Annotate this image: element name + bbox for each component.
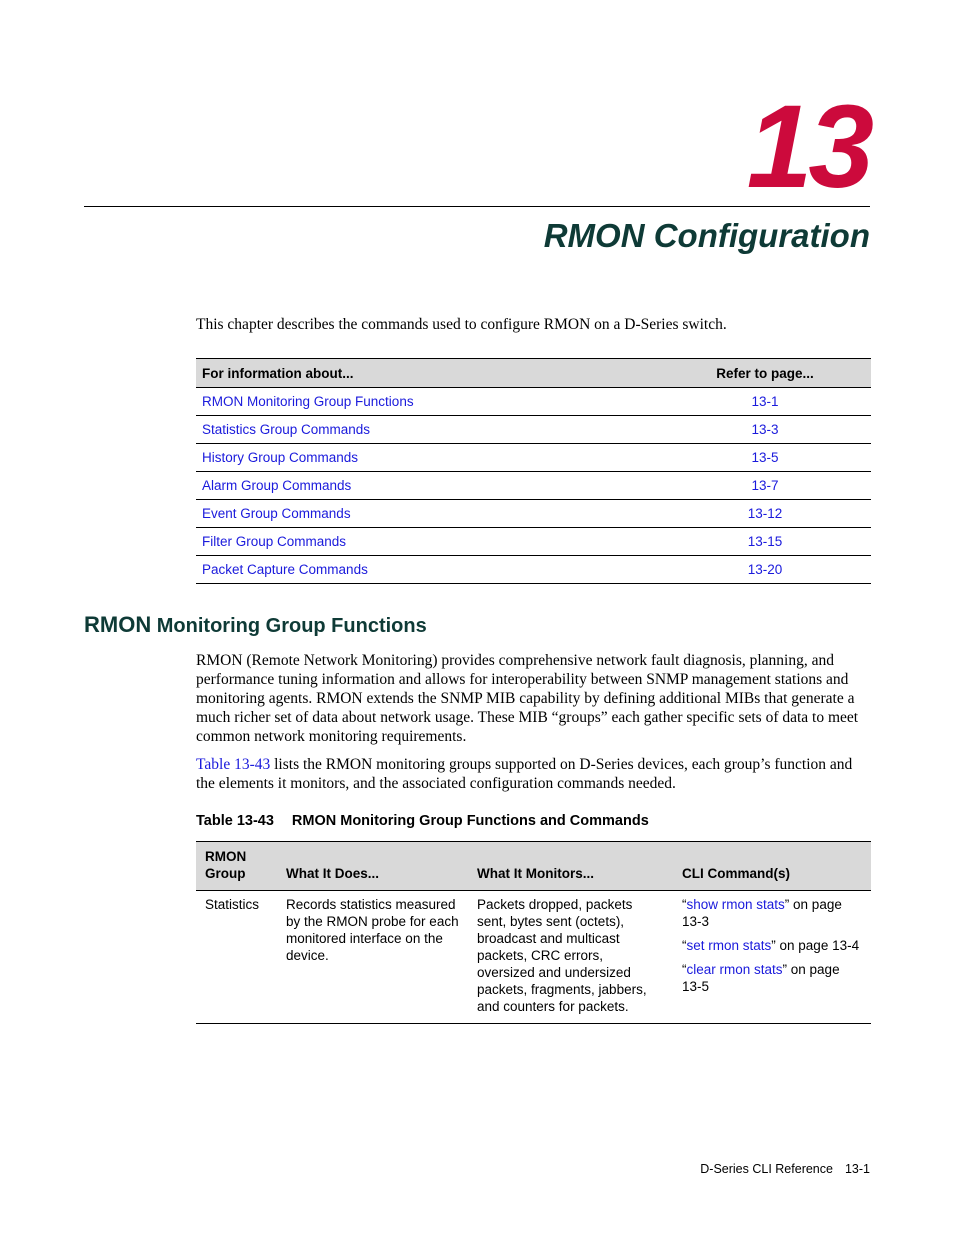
toc-header-page: Refer to page...: [659, 358, 871, 388]
header-rmon-group: RMON Group: [196, 841, 277, 891]
toc-row: Packet Capture Commands 13-20: [196, 555, 871, 584]
group-does: Records statistics measured by the RMON …: [277, 890, 468, 1024]
header-cli-commands: CLI Command(s): [673, 841, 871, 891]
footer-page-number: 13-1: [844, 1162, 870, 1176]
command-ref: “clear rmon stats” on page 13-5: [682, 962, 840, 994]
toc-row: History Group Commands 13-5: [196, 443, 871, 472]
toc-link[interactable]: History Group Commands: [202, 450, 358, 465]
toc-row: Statistics Group Commands 13-3: [196, 415, 871, 444]
toc-link[interactable]: RMON Monitoring Group Functions: [202, 394, 414, 409]
toc-page-link[interactable]: 13-3: [751, 422, 778, 437]
header-what-it-does: What It Does...: [277, 841, 468, 891]
page-footer: D-Series CLI Reference 13-1: [700, 1162, 870, 1176]
toc-page-link[interactable]: 13-20: [748, 562, 783, 577]
command-ref: “show rmon stats” on page 13-3: [682, 897, 842, 929]
table-reference-link[interactable]: Table 13-43: [196, 756, 270, 773]
group-commands: “show rmon stats” on page 13-3 “set rmon…: [673, 890, 871, 1024]
section-heading: RMON Monitoring Group Functions: [84, 612, 427, 637]
toc-page-link[interactable]: 13-15: [748, 534, 783, 549]
table-row: Statistics Records statistics measured b…: [196, 890, 871, 1024]
toc-row: Event Group Commands 13-12: [196, 499, 871, 528]
command-link[interactable]: set rmon stats: [687, 938, 772, 953]
toc-header-row: For information about... Refer to page..…: [196, 358, 871, 388]
toc-page-link[interactable]: 13-7: [751, 478, 778, 493]
toc-page-link[interactable]: 13-12: [748, 506, 783, 521]
toc-table: For information about... Refer to page..…: [196, 358, 871, 584]
toc-row: Filter Group Commands 13-15: [196, 527, 871, 556]
chapter-number: 13: [746, 81, 874, 213]
section-paragraph-2: Table 13-43 lists the RMON monitoring gr…: [196, 756, 853, 792]
toc-link[interactable]: Filter Group Commands: [202, 534, 346, 549]
table-caption: Table 13-43 RMON Monitoring Group Functio…: [196, 813, 649, 829]
toc-link[interactable]: Packet Capture Commands: [202, 562, 368, 577]
command-ref: “set rmon stats” on page 13-4: [682, 938, 860, 953]
intro-text: This chapter describes the commands used…: [196, 316, 727, 333]
group-name: Statistics: [196, 890, 277, 1024]
group-table-header-row: RMON Group What It Does... What It Monit…: [196, 841, 871, 891]
toc-page-link[interactable]: 13-5: [751, 450, 778, 465]
footer-doc-title: D-Series CLI Reference: [700, 1162, 833, 1176]
chapter-title: RMON Configuration: [543, 217, 870, 254]
toc-row: Alarm Group Commands 13-7: [196, 471, 871, 500]
toc-row: RMON Monitoring Group Functions 13-1: [196, 387, 871, 416]
section-paragraph: RMON (Remote Network Monitoring) provide…: [196, 652, 859, 745]
command-link[interactable]: show rmon stats: [687, 897, 785, 912]
group-monitors: Packets dropped, packets sent, bytes sen…: [468, 890, 673, 1024]
toc-link[interactable]: Statistics Group Commands: [202, 422, 370, 437]
toc-link[interactable]: Alarm Group Commands: [202, 478, 351, 493]
command-link[interactable]: clear rmon stats: [687, 962, 783, 977]
chapter-rule: [84, 206, 870, 207]
header-what-it-monitors: What It Monitors...: [468, 841, 673, 891]
toc-link[interactable]: Event Group Commands: [202, 506, 351, 521]
group-functions-table: RMON Group What It Does... What It Monit…: [196, 841, 871, 1024]
toc-page-link[interactable]: 13-1: [751, 394, 778, 409]
toc-header-topic: For information about...: [196, 358, 659, 388]
